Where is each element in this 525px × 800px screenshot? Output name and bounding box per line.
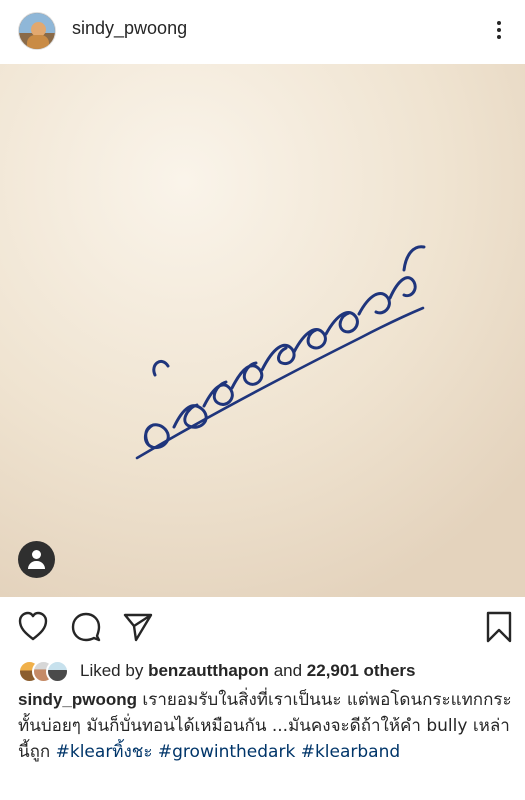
more-icon[interactable] <box>488 18 510 44</box>
likes-connector: and <box>273 661 303 680</box>
hashtag-klearband[interactable]: #klearband <box>301 742 400 762</box>
send-icon-svg <box>123 613 153 642</box>
comment-icon-svg <box>71 612 101 642</box>
user-tag-icon[interactable] <box>18 541 55 578</box>
more-dot <box>497 21 501 25</box>
bookmark-icon[interactable] <box>482 610 516 644</box>
post-caption: sindy_pwoong เรายอมรับในสิ่งที่เราเป็นนะ… <box>18 687 513 765</box>
hashtag-growinthedark[interactable]: #growinthedark <box>158 742 295 762</box>
likes-prefix: Liked by <box>80 661 144 680</box>
likes-text[interactable]: Liked by benzautthapon and 22,901 others <box>80 661 415 681</box>
likes-count[interactable]: 22,901 others <box>307 661 416 680</box>
handwriting-image <box>0 64 525 597</box>
send-icon[interactable] <box>121 610 155 644</box>
user-tag-shoulders <box>28 561 45 569</box>
bookmark-icon-svg <box>486 611 512 643</box>
post-header: sindy_pwoong <box>0 0 525 64</box>
paper-background <box>0 64 525 597</box>
heart-icon[interactable] <box>16 610 50 644</box>
liker-name[interactable]: benzautthapon <box>148 661 269 680</box>
heart-icon-svg <box>18 611 48 641</box>
user-tag-head <box>32 550 41 559</box>
more-dot <box>497 35 501 39</box>
post-image[interactable] <box>0 64 525 597</box>
caption-username[interactable]: sindy_pwoong <box>18 690 137 709</box>
user-avatar[interactable] <box>18 12 56 50</box>
post-actions <box>0 598 525 656</box>
avatar-body <box>27 35 49 49</box>
hashtag-klear[interactable]: #klearทิ้งชะ <box>56 742 153 762</box>
comment-icon[interactable] <box>69 610 103 644</box>
likes-row: Liked by benzautthapon and 22,901 others <box>18 656 513 686</box>
liker-avatar[interactable] <box>46 659 69 683</box>
post-username[interactable]: sindy_pwoong <box>72 18 187 39</box>
more-dot <box>497 28 501 32</box>
